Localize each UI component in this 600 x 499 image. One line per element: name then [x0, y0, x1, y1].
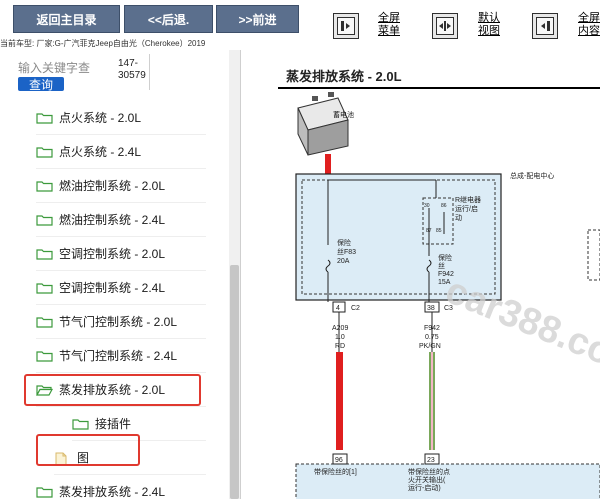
- fuse-label: 保险: [337, 238, 351, 247]
- tree-item-label: 燃油控制系统 - 2.0L: [59, 179, 166, 193]
- folder-icon: [36, 248, 53, 260]
- pin-label: 23: [427, 457, 435, 464]
- tree-folder-item[interactable]: 点火系统 - 2.4L: [36, 135, 206, 169]
- folder-icon: [36, 146, 53, 158]
- tree-file-item[interactable]: 图: [54, 441, 206, 475]
- relay-pin: 86: [441, 203, 447, 209]
- wiring-diagram: 蓄电池 总成-配电中心 保险 丝F83 20A 87 30 85 86 R继电器…: [295, 92, 600, 499]
- default-view-icon[interactable]: [432, 13, 458, 39]
- fullscreen-menu-icon[interactable]: [333, 13, 359, 39]
- pin-label: 38: [427, 305, 435, 312]
- module-label: 火开关输出(: [408, 475, 446, 484]
- tree-folder-item[interactable]: 空调控制系统 - 2.0L: [36, 237, 206, 271]
- battery-label: 蓄电池: [333, 110, 354, 119]
- tree-folder-item[interactable]: 燃油控制系统 - 2.4L: [36, 203, 206, 237]
- fullscreen-menu-label[interactable]: 全屏 菜单: [378, 12, 400, 38]
- relay-pin: 30: [424, 203, 430, 209]
- back-button[interactable]: <<后退.: [124, 5, 213, 33]
- tree-folder-item[interactable]: 接插件: [72, 407, 206, 441]
- partial-connector: [587, 229, 600, 281]
- code-line: 147-: [118, 58, 139, 69]
- red-wire: [336, 352, 343, 450]
- tree-folder-item[interactable]: 燃油控制系统 - 2.0L: [36, 169, 206, 203]
- tree-item-label: 空调控制系统 - 2.4L: [59, 281, 166, 295]
- relay-label: 动: [455, 213, 462, 222]
- search-button[interactable]: 查询: [18, 77, 64, 92]
- tree-folder-item[interactable]: 点火系统 - 2.0L: [36, 101, 206, 135]
- tree-item-label: 点火系统 - 2.0L: [59, 111, 142, 125]
- diagram-pane: 蒸发排放系统 - 2.0L 蓄电池 总成-配电中心 保险 丝F83 20A 87…: [248, 50, 600, 499]
- forward-button[interactable]: >>前进: [216, 5, 299, 33]
- module-label: 带保险丝的点: [408, 467, 450, 476]
- home-button[interactable]: 返回主目录: [13, 5, 120, 33]
- fullscreen-content-icon[interactable]: [532, 13, 558, 39]
- pin-label: 4: [336, 305, 340, 312]
- fuse-label: 丝: [438, 261, 445, 270]
- scrollbar-thumb[interactable]: [230, 265, 239, 499]
- watermark: car388.com: [440, 269, 600, 386]
- relay-label: 运行/启: [455, 204, 478, 213]
- tree-item-label: 节气门控制系统 - 2.0L: [59, 315, 178, 329]
- folder-icon: [72, 418, 89, 430]
- folder-icon: [36, 316, 53, 328]
- folder-icon: [36, 350, 53, 362]
- box-label: 总成-配电中心: [510, 171, 554, 180]
- tree-item-label: 空调控制系统 - 2.0L: [59, 247, 166, 261]
- tree-folder-item[interactable]: 空调控制系统 - 2.4L: [36, 271, 206, 305]
- connector-label: C2: [351, 305, 360, 312]
- tree-item-label: 节气门控制系统 - 2.4L: [59, 349, 178, 363]
- tree-item-label: 燃油控制系统 - 2.4L: [59, 213, 166, 227]
- tree-item-label: 图: [77, 451, 90, 465]
- vehicle-info: 当前车型: 厂家:G-广汽菲克Jeep自由光（Cherokee）2019: [0, 39, 206, 48]
- wire-label: A209: [332, 325, 348, 332]
- fullscreen-content-label[interactable]: 全屏 内容: [578, 12, 600, 38]
- folder-icon: [36, 486, 53, 498]
- fuse-label: 保险: [438, 253, 452, 262]
- toolbar: 返回主目录 <<后退. >>前进 全屏 菜单 默认 视图 全屏 内容: [0, 0, 600, 39]
- battery-icon: [297, 92, 349, 156]
- fuse-label: 20A: [337, 258, 350, 265]
- pin-label: 96: [335, 457, 343, 464]
- wire-label: PK/GN: [419, 343, 441, 350]
- code-line: 30579: [118, 70, 146, 81]
- wire-label: RD: [335, 343, 345, 350]
- module-label: 运行-启动): [408, 483, 441, 492]
- divider: [149, 54, 150, 90]
- folder-icon: [36, 112, 53, 124]
- module-label: 带保险丝的[1]: [314, 467, 357, 476]
- tree-folder-item[interactable]: 蒸发排放系统 - 2.4L: [36, 475, 206, 499]
- wire-label: 1.0: [335, 334, 345, 341]
- code-display: 147- 30579: [118, 58, 146, 82]
- tree-folder-item[interactable]: 节气门控制系统 - 2.0L: [36, 305, 206, 339]
- fuse-label: 丝F83: [337, 247, 356, 256]
- relay-label: R继电器: [455, 195, 481, 204]
- tree-item-label: 蒸发排放系统 - 2.0L: [59, 383, 166, 397]
- folder-icon: [36, 282, 53, 294]
- tree-folder-item[interactable]: 节气门控制系统 - 2.4L: [36, 339, 206, 373]
- tree-item-label: 蒸发排放系统 - 2.4L: [59, 485, 166, 499]
- tree-item-label: 点火系统 - 2.4L: [59, 145, 142, 159]
- tree-item-label: 接插件: [95, 417, 132, 431]
- default-view-label[interactable]: 默认 视图: [478, 12, 500, 38]
- folder-icon: [36, 214, 53, 226]
- file-icon: [54, 452, 71, 465]
- sidebar: 查询 147- 30579 点火系统 - 2.0L 点火系统 - 2.4L 燃油控制…: [0, 50, 241, 499]
- relay-pin: 87: [426, 228, 432, 234]
- search-input[interactable]: [18, 60, 110, 76]
- folder-icon: [36, 180, 53, 192]
- tree-folder-item[interactable]: 蒸发排放系统 - 2.0L: [36, 373, 206, 407]
- folder-open-icon: [36, 384, 53, 396]
- relay-pin: 85: [436, 228, 442, 234]
- red-wire: [325, 154, 331, 174]
